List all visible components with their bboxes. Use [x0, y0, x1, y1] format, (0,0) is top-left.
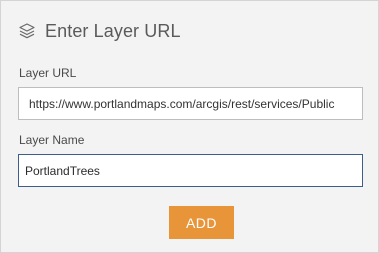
layer-name-label: Layer Name — [19, 133, 85, 147]
enter-layer-url-panel: Enter Layer URL Layer URL Layer Name ADD — [0, 0, 379, 253]
panel-header: Enter Layer URL — [18, 19, 181, 43]
layers-icon — [18, 22, 36, 40]
layer-name-input[interactable] — [18, 154, 363, 187]
layer-url-label: Layer URL — [19, 66, 77, 80]
add-button[interactable]: ADD — [169, 206, 234, 239]
panel-title: Enter Layer URL — [45, 20, 181, 41]
layer-url-input[interactable] — [18, 87, 363, 120]
